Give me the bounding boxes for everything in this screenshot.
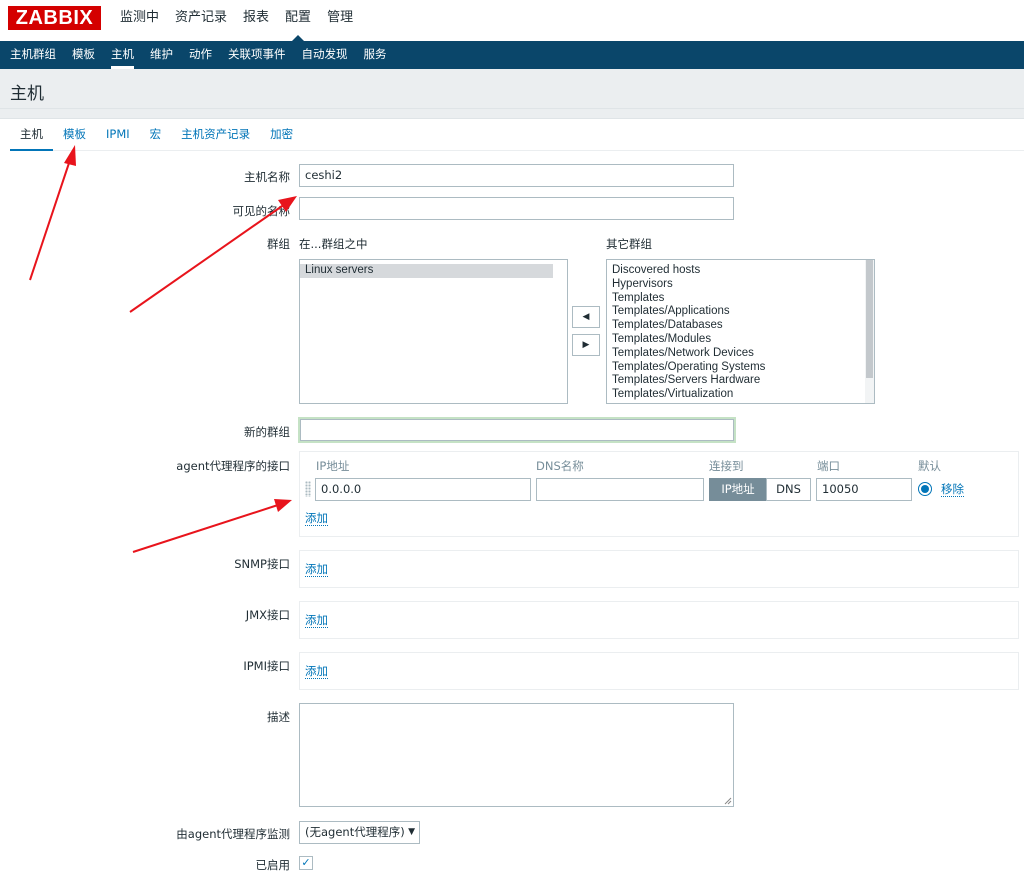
agent-port-input[interactable]: 10050 xyxy=(816,478,912,501)
other-groups-listbox[interactable]: Discovered hosts Hypervisors Templates T… xyxy=(606,259,875,404)
other-groups-label: 其它群组 xyxy=(606,237,652,251)
ipmi-interface-label: IPMI接口 xyxy=(243,659,290,673)
host-name-label: 主机名称 xyxy=(244,170,290,184)
resize-grip-icon[interactable] xyxy=(724,797,732,805)
host-name-input[interactable]: ceshi2 xyxy=(299,164,734,187)
main-menu-reports[interactable]: 报表 xyxy=(235,0,277,41)
sub-menu-discovery[interactable]: 自动发现 xyxy=(294,41,356,69)
chevron-down-icon: ▼ xyxy=(408,827,415,837)
connect-ip-button[interactable]: IP地址 xyxy=(709,478,767,501)
other-groups-option[interactable]: Templates/Operating Systems xyxy=(607,361,874,375)
other-groups-option[interactable]: Templates/Network Devices xyxy=(607,347,874,361)
sub-menu-host-groups[interactable]: 主机群组 xyxy=(2,41,64,69)
sub-menu-hosts[interactable]: 主机 xyxy=(103,41,142,69)
monitored-by-select[interactable]: (无agent代理程序) ▼ xyxy=(299,821,420,844)
page-header: 主机 xyxy=(0,69,1024,109)
port-column-header: 端口 xyxy=(817,459,840,473)
add-snmp-interface-link[interactable]: 添加 xyxy=(305,563,328,577)
groups-label: 群组 xyxy=(267,237,290,251)
in-groups-listbox[interactable]: Linux servers xyxy=(299,259,568,404)
dns-column-header: DNS名称 xyxy=(536,459,584,473)
main-menu-configuration[interactable]: 配置 xyxy=(277,0,319,41)
main-menu-monitoring[interactable]: 监测中 xyxy=(112,0,167,41)
move-left-button[interactable]: ◀ xyxy=(572,306,600,328)
form-tabs: 主机 模板 IPMI 宏 主机资产记录 加密 xyxy=(10,119,1024,151)
other-groups-option[interactable]: Templates/Applications xyxy=(607,305,874,319)
connect-column-header: 连接到 xyxy=(709,459,744,473)
add-agent-interface-link[interactable]: 添加 xyxy=(305,512,328,526)
new-group-label: 新的群组 xyxy=(244,425,290,439)
tab-encryption[interactable]: 加密 xyxy=(260,119,303,150)
agent-interface-label: agent代理程序的接口 xyxy=(176,459,290,473)
sub-menu-templates[interactable]: 模板 xyxy=(64,41,103,69)
move-right-button[interactable]: ▶ xyxy=(572,334,600,356)
snmp-interface-label: SNMP接口 xyxy=(234,557,290,571)
agent-ip-input[interactable]: 0.0.0.0 xyxy=(315,478,531,501)
sub-menu-correlation[interactable]: 关联项事件 xyxy=(220,41,294,69)
other-groups-option[interactable]: Templates/Servers Hardware xyxy=(607,374,874,388)
connect-dns-button[interactable]: DNS xyxy=(766,478,811,501)
main-menu-administration[interactable]: 管理 xyxy=(319,0,361,41)
new-group-input[interactable] xyxy=(298,417,736,443)
ip-column-header: IP地址 xyxy=(316,459,350,473)
other-groups-option[interactable]: Templates/Databases xyxy=(607,319,874,333)
other-groups-option[interactable]: Templates/Virtualization xyxy=(607,388,874,402)
enabled-label: 已启用 xyxy=(255,858,291,872)
remove-interface-link[interactable]: 移除 xyxy=(941,483,964,497)
tab-ipmi[interactable]: IPMI xyxy=(96,119,140,150)
sub-menu-actions[interactable]: 动作 xyxy=(181,41,220,69)
description-label: 描述 xyxy=(267,710,290,724)
tab-host[interactable]: 主机 xyxy=(10,119,53,151)
agent-dns-input[interactable] xyxy=(536,478,704,501)
other-groups-option[interactable]: Templates/Modules xyxy=(607,333,874,347)
scrollbar-thumb[interactable] xyxy=(866,260,873,378)
tab-macros[interactable]: 宏 xyxy=(140,119,172,150)
in-groups-option[interactable]: Linux servers xyxy=(300,264,553,278)
other-groups-option[interactable]: Templates xyxy=(607,292,874,306)
enabled-checkbox[interactable]: ✓ xyxy=(299,856,313,870)
default-radio[interactable] xyxy=(918,482,932,496)
tab-templates[interactable]: 模板 xyxy=(53,119,96,150)
visible-name-label: 可见的名称 xyxy=(232,204,291,218)
zabbix-logo[interactable]: ZABBIX xyxy=(8,6,101,30)
tab-inventory[interactable]: 主机资产记录 xyxy=(171,119,260,150)
sub-menu: 主机群组 模板 主机 维护 动作 关联项事件 自动发现 服务 xyxy=(0,41,1024,69)
snmp-interface-box xyxy=(299,550,1019,588)
description-textarea[interactable] xyxy=(299,703,734,807)
main-menu-inventory[interactable]: 资产记录 xyxy=(167,0,235,41)
visible-name-input[interactable] xyxy=(299,197,734,220)
jmx-interface-box xyxy=(299,601,1019,639)
page-title: 主机 xyxy=(10,84,44,104)
sub-menu-maintenance[interactable]: 维护 xyxy=(142,41,181,69)
top-bar: ZABBIX 监测中 资产记录 报表 配置 管理 xyxy=(0,0,1024,41)
in-groups-label: 在...群组之中 xyxy=(299,237,368,251)
ipmi-interface-box xyxy=(299,652,1019,690)
monitored-by-value: (无agent代理程序) xyxy=(305,825,405,839)
sub-menu-services[interactable]: 服务 xyxy=(356,41,395,69)
other-groups-scrollbar[interactable] xyxy=(865,260,874,403)
main-menu: 监测中 资产记录 报表 配置 管理 xyxy=(112,0,361,41)
other-groups-option[interactable]: Hypervisors xyxy=(607,278,874,292)
other-groups-option[interactable]: Discovered hosts xyxy=(607,264,874,278)
add-ipmi-interface-link[interactable]: 添加 xyxy=(305,665,328,679)
monitored-by-label: 由agent代理程序监测 xyxy=(176,827,290,841)
add-jmx-interface-link[interactable]: 添加 xyxy=(305,614,328,628)
jmx-interface-label: JMX接口 xyxy=(245,608,290,622)
default-column-header: 默认 xyxy=(918,459,941,473)
drag-handle-icon[interactable] xyxy=(305,481,311,497)
